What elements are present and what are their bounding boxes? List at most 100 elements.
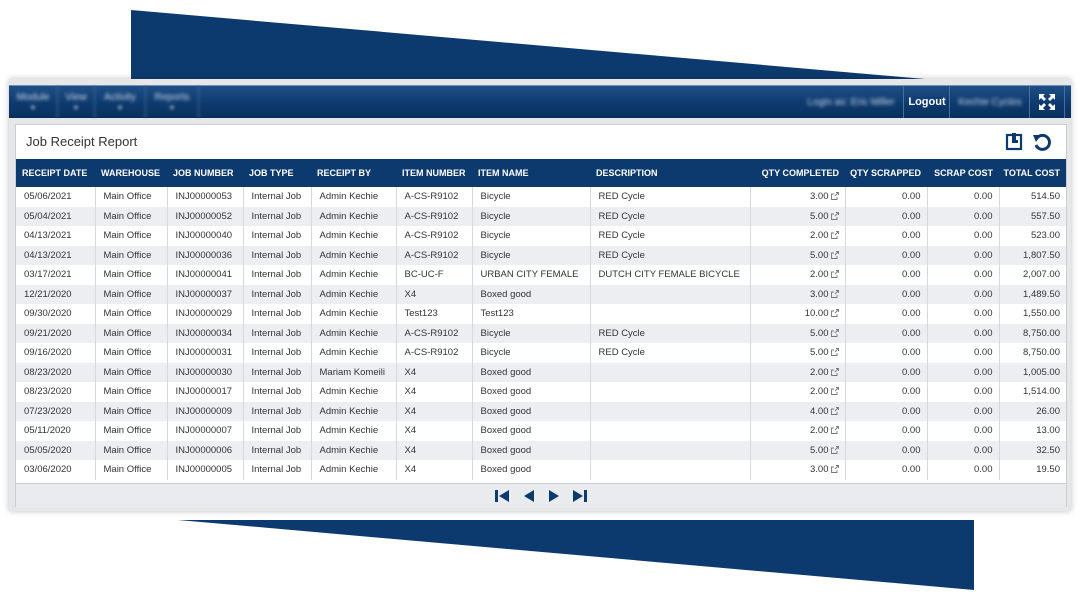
table-row[interactable]: 08/23/2020 Main Office INJ00000030 Internal… [16, 362, 1066, 382]
external-link-icon[interactable] [830, 367, 839, 376]
table-cell: 08/23/2020 [16, 362, 96, 382]
column-header[interactable]: QTY SCRAPPED [845, 159, 927, 187]
next-page-icon[interactable] [546, 489, 562, 503]
table-row[interactable]: 05/06/2021 Main Office INJ00000053 Internal… [16, 187, 1066, 207]
column-header[interactable]: WAREHOUSE [95, 159, 167, 187]
external-link-icon[interactable] [830, 426, 839, 435]
cell-value: 557.50 [1030, 210, 1060, 222]
cell-value: 5.00 [810, 347, 829, 359]
external-link-icon[interactable] [830, 231, 839, 240]
column-header[interactable]: DESCRIPTION [590, 159, 750, 187]
table-cell: Admin Kechie [311, 421, 397, 441]
cell-value: Internal Job [251, 444, 302, 456]
first-page-icon[interactable] [494, 489, 510, 503]
external-link-icon[interactable] [830, 406, 839, 415]
table-cell [590, 460, 751, 480]
external-link-icon[interactable] [830, 465, 839, 474]
column-header[interactable]: TOTAL COST [999, 159, 1066, 187]
table-row[interactable]: 05/04/2021 Main Office INJ00000052 Internal… [16, 206, 1066, 226]
cell-value: 0.00 [902, 288, 921, 300]
table-cell: Internal Job [243, 245, 312, 265]
cell-value: BC-UC-F [404, 269, 444, 281]
menu-activity[interactable]: Activity ▼ [95, 86, 146, 118]
column-header[interactable]: SCRAP COST [927, 159, 999, 187]
menu-reports[interactable]: Reports ▼ [146, 86, 199, 118]
external-link-icon[interactable] [830, 270, 839, 279]
table-row[interactable]: 09/16/2020 Main Office INJ00000031 Internal… [16, 343, 1066, 363]
table-cell: 0.00 [927, 421, 1000, 441]
cell-value: INJ00000009 [175, 405, 233, 417]
table-row[interactable]: 09/30/2020 Main Office INJ00000029 Internal… [16, 304, 1066, 324]
external-link-icon[interactable] [830, 328, 839, 337]
table-cell: 4.00 [750, 401, 846, 421]
column-header[interactable]: RECEIPT BY [311, 159, 396, 187]
table-cell [590, 362, 751, 382]
table-row[interactable]: 07/23/2020 Main Office INJ00000009 Internal… [16, 401, 1066, 421]
table-cell: Main Office [95, 362, 168, 382]
table-cell: 0.00 [845, 421, 928, 441]
table-row[interactable]: 09/21/2020 Main Office INJ00000034 Internal… [16, 323, 1066, 343]
job-receipt-table: RECEIPT DATE WAREHOUSE JOB NUMBER JOB TY… [16, 159, 1066, 480]
table-row[interactable]: 04/13/2021 Main Office INJ00000040 Internal… [16, 226, 1066, 246]
refresh-icon[interactable] [1032, 132, 1052, 152]
cell-value: Admin Kechie [319, 386, 379, 398]
external-link-icon[interactable] [830, 250, 839, 259]
cell-value: 5.00 [810, 210, 829, 222]
external-link-icon[interactable] [830, 387, 839, 396]
table-cell: 557.50 [999, 206, 1066, 226]
table-cell: RED Cycle [590, 245, 751, 265]
table-cell: INJ00000006 [167, 440, 244, 460]
cell-value: INJ00000036 [175, 249, 233, 261]
cell-value: Main Office [103, 308, 152, 320]
table-cell: X4 [396, 460, 473, 480]
cell-value: 0.00 [974, 308, 993, 320]
table-row[interactable]: 08/23/2020 Main Office INJ00000017 Internal… [16, 382, 1066, 402]
export-icon[interactable] [1004, 132, 1024, 152]
previous-page-icon[interactable] [521, 489, 537, 503]
cell-value: Bicycle [480, 249, 511, 261]
column-header[interactable]: JOB NUMBER [167, 159, 243, 187]
cell-value: DUTCH CITY FEMALE BICYCLE [598, 269, 740, 281]
column-header[interactable]: QTY COMPLETED [750, 159, 845, 187]
table-row[interactable]: 03/17/2021 Main Office INJ00000041 Internal… [16, 265, 1066, 285]
table-cell: 10.00 [750, 304, 846, 324]
external-link-icon[interactable] [830, 309, 839, 318]
logout-button[interactable]: Logout [903, 86, 950, 118]
table-row[interactable]: 05/11/2020 Main Office INJ00000007 Internal… [16, 421, 1066, 441]
fullscreen-button[interactable] [1029, 86, 1065, 118]
table-cell: 32.50 [999, 440, 1066, 460]
table-cell: 12/21/2020 [16, 284, 96, 304]
menu-module[interactable]: Module ▼ [9, 86, 58, 118]
cell-value: 0.00 [974, 464, 993, 476]
table-cell: 1,489.50 [999, 284, 1066, 304]
column-header[interactable]: ITEM NUMBER [396, 159, 472, 187]
last-page-icon[interactable] [572, 489, 588, 503]
column-header[interactable]: ITEM NAME [472, 159, 590, 187]
cell-value: X4 [404, 386, 417, 398]
table-cell: 8,750.00 [999, 343, 1066, 363]
cell-value: 0.00 [974, 191, 993, 203]
cell-value: 05/05/2020 [24, 444, 72, 456]
table-row[interactable]: 05/05/2020 Main Office INJ00000006 Internal… [16, 440, 1066, 460]
table-row[interactable]: 04/13/2021 Main Office INJ00000036 Internal… [16, 245, 1066, 265]
external-link-icon[interactable] [830, 211, 839, 220]
table-cell: RED Cycle [590, 206, 751, 226]
cell-value: 05/11/2020 [24, 425, 71, 437]
cell-value: 19.50 [1036, 464, 1060, 476]
logout-label: Logout [908, 96, 946, 108]
column-header[interactable]: RECEIPT DATE [16, 159, 95, 187]
chevron-down-icon: ▼ [168, 105, 176, 112]
cell-value: 09/21/2020 [24, 327, 72, 339]
table-row[interactable]: 12/21/2020 Main Office INJ00000037 Internal… [16, 284, 1066, 304]
cell-value: Boxed good [480, 425, 532, 437]
external-link-icon[interactable] [830, 445, 839, 454]
table-cell [590, 382, 751, 402]
table-row[interactable]: 03/06/2020 Main Office INJ00000005 Internal… [16, 460, 1066, 480]
company-selector[interactable]: Kechie Cycles [949, 86, 1030, 118]
external-link-icon[interactable] [830, 192, 839, 201]
column-header[interactable]: JOB TYPE [243, 159, 311, 187]
cell-value: X4 [404, 405, 417, 417]
menu-view[interactable]: View ▼ [58, 86, 95, 118]
external-link-icon[interactable] [830, 348, 839, 357]
external-link-icon[interactable] [830, 289, 839, 298]
